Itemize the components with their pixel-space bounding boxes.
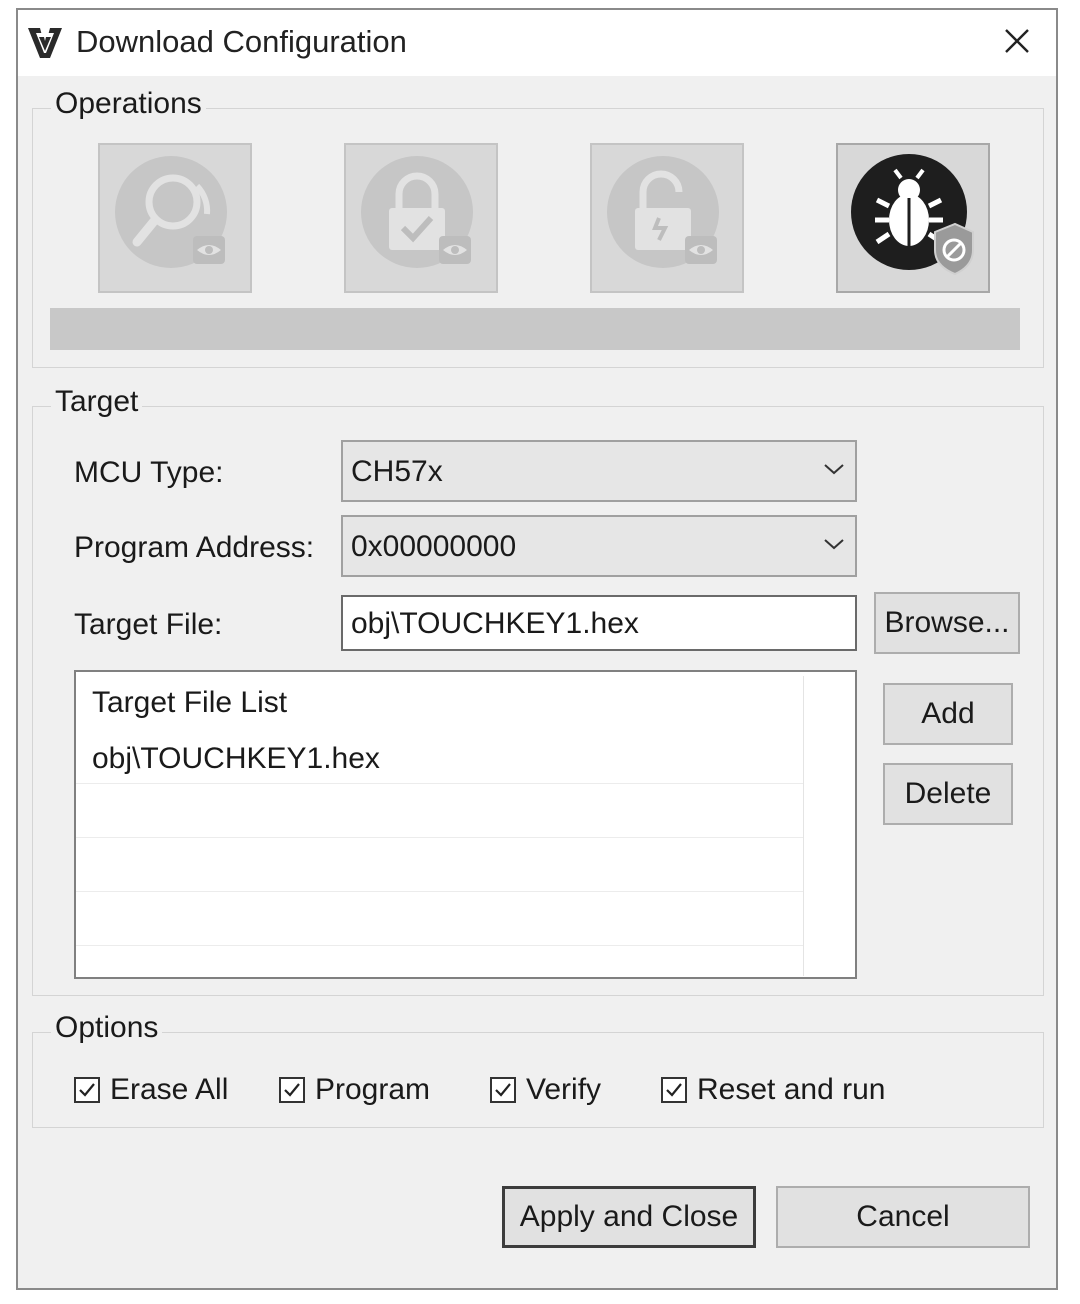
delete-button[interactable]: Delete [883,763,1013,825]
program-label: Program [315,1073,431,1106]
options-legend: Options [51,1011,163,1045]
chevron-down-icon [823,462,845,481]
lock-button[interactable] [344,143,498,293]
lock-icon [361,155,481,281]
target-file-list-header: Target File List [92,686,288,719]
target-file-list[interactable]: Target File List obj\TOUCHKEY1.hex [74,670,857,979]
reset-and-run-label: Reset and run [697,1073,886,1106]
disable-debug-button[interactable] [836,143,990,293]
checkbox-checked-icon [74,1077,100,1103]
list-item-empty [76,784,803,838]
window-title: Download Configuration [76,24,407,59]
query-icon [115,155,235,281]
list-item[interactable]: obj\TOUCHKEY1.hex [76,730,803,784]
erase-all-label: Erase All [110,1073,229,1106]
operation-progress-bar [50,308,1020,350]
target-file-field[interactable]: obj\TOUCHKEY1.hex [341,595,857,651]
close-button[interactable] [994,20,1040,66]
chevron-down-icon [823,537,845,556]
app-logo-icon [26,25,64,61]
mcu-type-value: CH57x [351,455,443,488]
mcu-type-label: MCU Type: [74,456,224,489]
checkbox-checked-icon [490,1077,516,1103]
download-configuration-dialog: Download Configuration Operations Target… [16,8,1058,1290]
checkbox-checked-icon [661,1077,687,1103]
list-item-empty [76,838,803,892]
query-status-button[interactable] [98,143,252,293]
operations-legend: Operations [51,87,206,121]
close-icon [1002,26,1032,61]
list-item-label: obj\TOUCHKEY1.hex [92,742,380,775]
unlock-icon [607,155,727,281]
target-file-value: obj\TOUCHKEY1.hex [351,607,639,640]
disable-debug-icon [851,153,975,283]
unlock-button[interactable] [590,143,744,293]
checkbox-checked-icon [279,1077,305,1103]
cancel-button[interactable]: Cancel [776,1186,1030,1248]
program-address-value: 0x00000000 [351,530,517,563]
target-legend: Target [51,385,143,419]
verify-label: Verify [526,1073,602,1106]
list-item-empty [76,892,803,946]
target-file-label: Target File: [74,608,223,641]
program-checkbox[interactable]: Program [279,1073,430,1107]
title-bar: Download Configuration [18,10,1056,76]
reset-and-run-checkbox[interactable]: Reset and run [661,1073,885,1107]
program-address-label: Program Address: [74,531,315,564]
verify-checkbox[interactable]: Verify [490,1073,601,1107]
mcu-type-select[interactable]: CH57x [341,440,857,502]
list-column-separator [803,676,804,976]
browse-button[interactable]: Browse... [874,592,1020,654]
erase-all-checkbox[interactable]: Erase All [74,1073,228,1107]
add-button[interactable]: Add [883,683,1013,745]
program-address-select[interactable]: 0x00000000 [341,515,857,577]
apply-and-close-button[interactable]: Apply and Close [502,1186,756,1248]
